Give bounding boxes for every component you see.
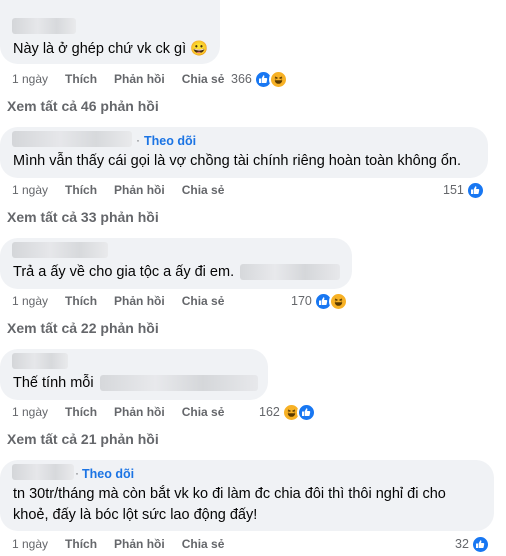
reaction-count: 151 (443, 183, 464, 197)
view-all-replies[interactable]: Xem tất cả 21 phản hồi (7, 431, 159, 447)
redacted-text (99, 375, 258, 392)
reaction-count: 366 (231, 72, 252, 86)
share-button[interactable]: Chia sẻ (182, 72, 225, 86)
like-button[interactable]: Thích (65, 72, 97, 86)
reaction-summary[interactable]: 32 (455, 533, 490, 555)
like-button[interactable]: Thích (65, 294, 97, 308)
follow-button[interactable]: Theo dõi (144, 134, 196, 148)
share-button[interactable]: Chia sẻ (182, 294, 225, 308)
haha-icon (328, 291, 348, 311)
reply-button[interactable]: Phản hồi (114, 537, 165, 551)
haha-icon (268, 69, 288, 89)
view-all-replies[interactable]: Xem tất cả 22 phản hồi (7, 320, 159, 336)
reply-button[interactable]: Phản hồi (114, 405, 165, 419)
comment-text: Trả a ấy về cho gia tộc a ấy đi em. (13, 261, 341, 283)
comment-text-line-1: tn 30tr/tháng mà còn bắt vk ko đi làm đc… (13, 486, 446, 502)
reaction-summary[interactable]: 366 (231, 68, 288, 90)
reply-button[interactable]: Phản hồi (114, 72, 165, 86)
reaction-count: 170 (291, 294, 312, 308)
reaction-summary[interactable]: 170 (291, 290, 348, 312)
commenter-name-blurred[interactable] (12, 131, 132, 147)
comment-actions: 1 ngày Thích Phản hồi Chia sẻ (12, 403, 241, 421)
reaction-summary[interactable]: 162 (259, 401, 316, 423)
like-button[interactable]: Thích (65, 537, 97, 551)
reply-button[interactable]: Phản hồi (114, 183, 165, 197)
comment-text: Này là ở ghép chứ vk ck gì 😀 (13, 41, 209, 57)
like-icon (470, 534, 490, 554)
commenter-name-blurred[interactable] (12, 242, 108, 258)
redacted-text (240, 264, 341, 281)
like-icon (296, 402, 316, 422)
commenter-name-blurred[interactable] (12, 353, 68, 369)
reaction-summary[interactable]: 151 (443, 179, 485, 201)
comment-time[interactable]: 1 ngày (12, 183, 48, 197)
share-button[interactable]: Chia sẻ (182, 405, 225, 419)
like-button[interactable]: Thích (65, 183, 97, 197)
view-all-replies[interactable]: Xem tất cả 46 phản hồi (7, 98, 159, 114)
commenter-name-blurred[interactable] (12, 18, 76, 34)
reaction-count: 32 (455, 537, 469, 551)
comment-text-line-2: khoẻ, đấy là bóc lột sức lao động đấy! (13, 507, 258, 523)
comment-text: Mình vẫn thấy cái gọi là vợ chồng tài ch… (13, 153, 462, 169)
follow-button[interactable]: Theo dõi (82, 467, 134, 481)
comment-time[interactable]: 1 ngày (12, 72, 48, 86)
comment-actions: 1 ngày Thích Phản hồi Chia sẻ (12, 181, 241, 199)
comment-time[interactable]: 1 ngày (12, 294, 48, 308)
comment-time[interactable]: 1 ngày (12, 405, 48, 419)
reaction-count: 162 (259, 405, 280, 419)
commenter-name-blurred[interactable] (12, 464, 74, 480)
share-button[interactable]: Chia sẻ (182, 183, 225, 197)
comment-time[interactable]: 1 ngày (12, 537, 48, 551)
like-icon (465, 180, 485, 200)
share-button[interactable]: Chia sẻ (182, 537, 225, 551)
comment-actions: 1 ngày Thích Phản hồi Chia sẻ (12, 292, 241, 310)
like-button[interactable]: Thích (65, 405, 97, 419)
reply-button[interactable]: Phản hồi (114, 294, 165, 308)
comment-actions: 1 ngày Thích Phản hồi Chia sẻ (12, 70, 241, 88)
comment-actions: 1 ngày Thích Phản hồi Chia sẻ (12, 535, 241, 553)
view-all-replies[interactable]: Xem tất cả 33 phản hồi (7, 209, 159, 225)
comment-text: Thế tính mỗi (13, 372, 258, 394)
grinning-emoji-icon: 😀 (190, 41, 209, 57)
